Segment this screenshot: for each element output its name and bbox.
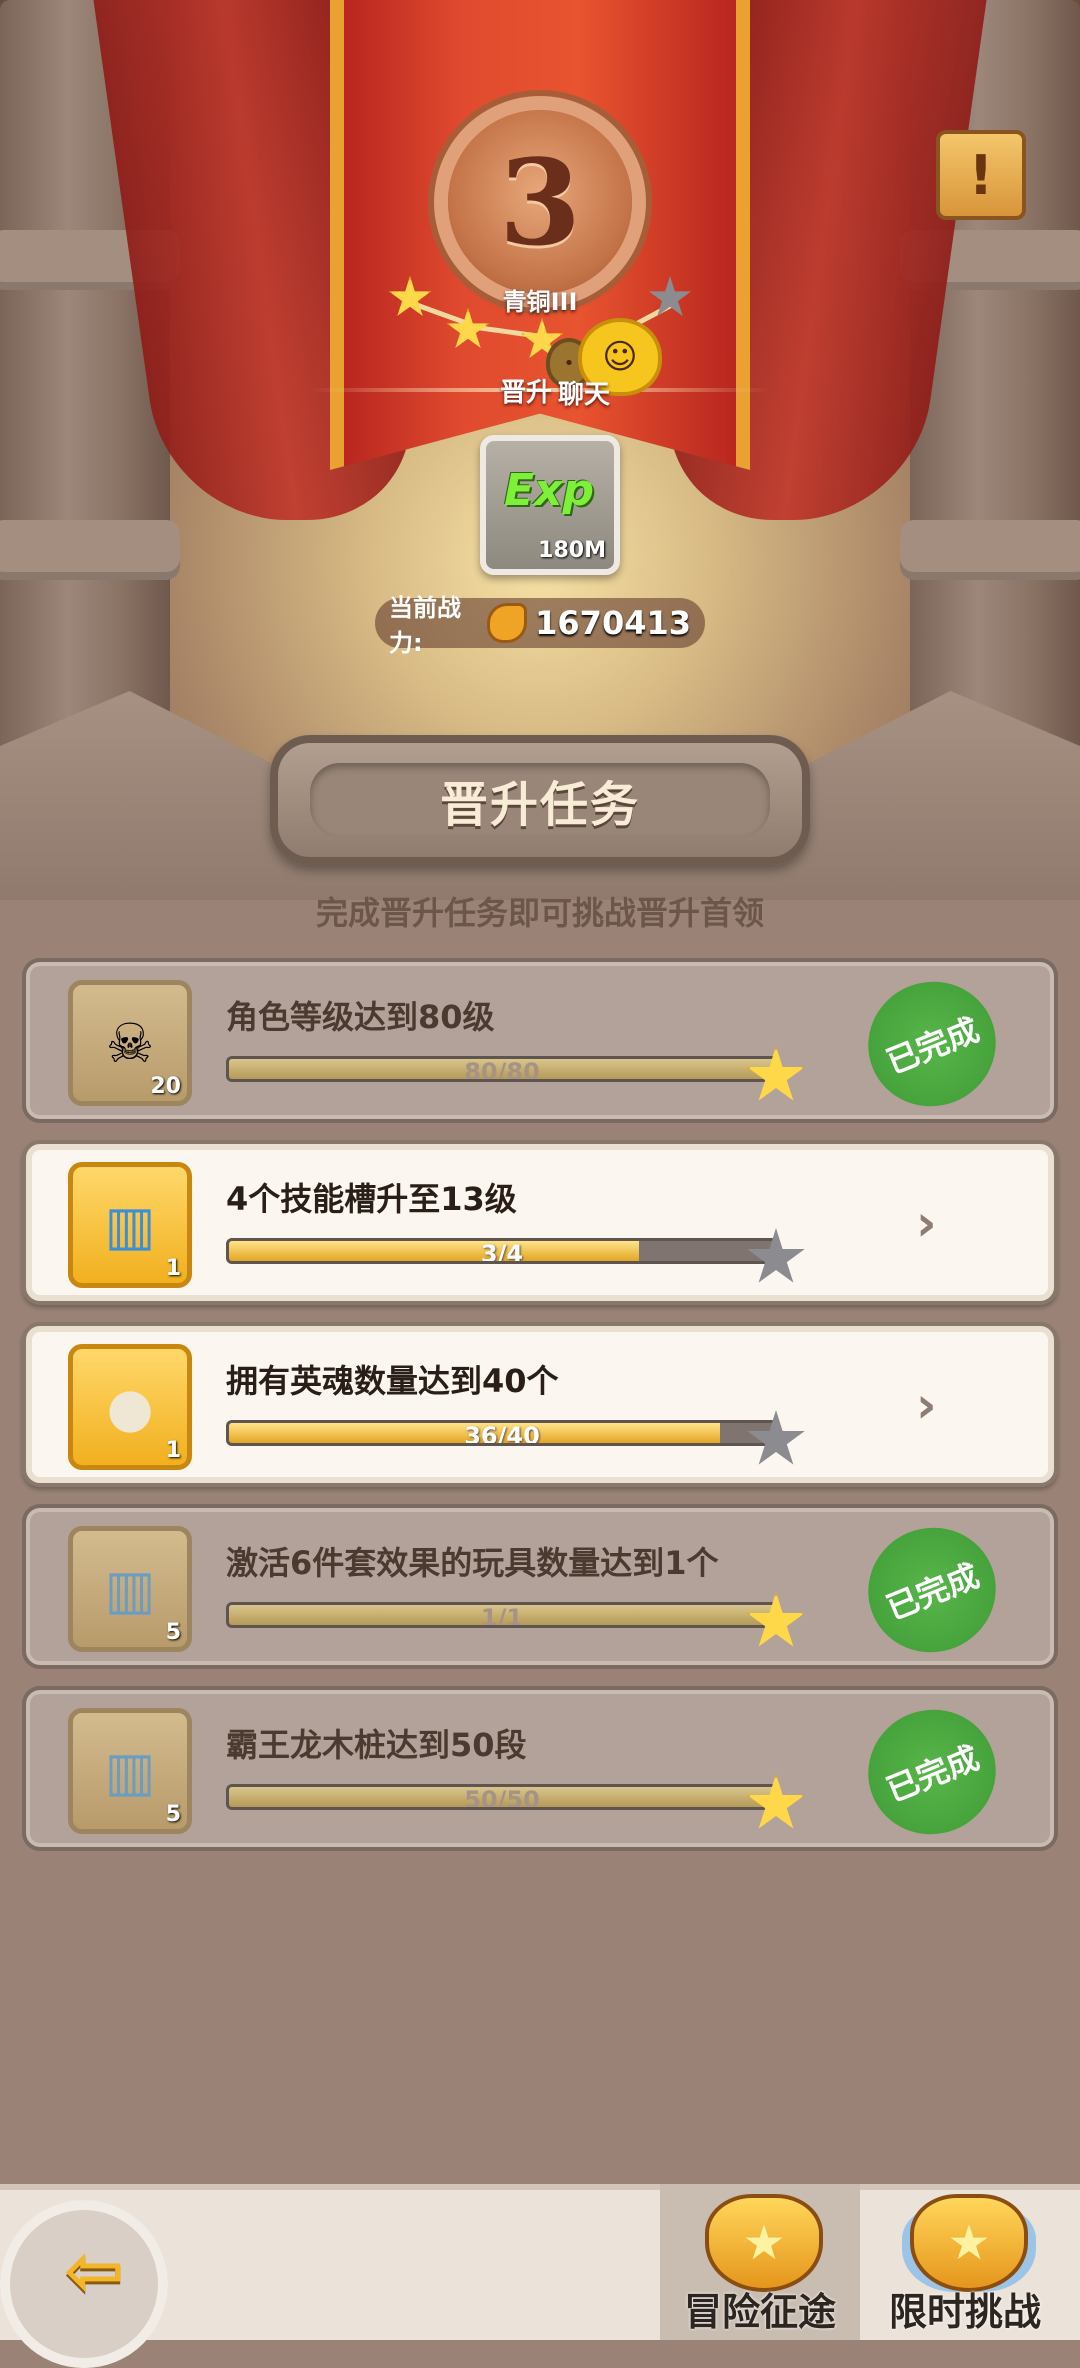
combat-power: 当前战力: 1670413 — [375, 594, 705, 657]
rank-badge: 3 — [448, 110, 632, 294]
section-subtitle: 完成晋升任务即可挑战晋升首领 — [315, 894, 764, 932]
task-reward-icon: ▥ 5 — [68, 1708, 192, 1834]
progress-bar: 36/40 — [226, 1420, 778, 1446]
dino-skull-icon: ☠ — [105, 1011, 155, 1075]
back-arrow-icon: ⇦ — [63, 2228, 125, 2312]
power-value: 1670413 — [535, 604, 691, 642]
power-label: 当前战力: — [389, 594, 461, 657]
reward-count: 20 — [150, 1074, 181, 1099]
progress-label: 80/80 — [464, 1058, 540, 1082]
task-reward-icon: ▥ 5 — [68, 1526, 192, 1652]
chevron-right-icon[interactable]: › — [916, 1376, 937, 1434]
task-title: 霸王龙木桩达到50段 — [226, 1726, 527, 1764]
completed-label: 已完成 — [881, 1010, 985, 1082]
skill-scroll-icon: ▥ — [104, 1193, 156, 1257]
task-title: 角色等级达到80级 — [226, 998, 495, 1036]
rank-name: 青铜III — [502, 288, 578, 316]
completed-stamp: 已完成 — [849, 962, 1015, 1126]
rank-number: 3 — [498, 132, 582, 272]
task-title: 4个技能槽升至13级 — [226, 1180, 517, 1218]
progress-label: 36/40 — [464, 1422, 540, 1446]
task-card[interactable]: ☠ 20 角色等级达到80级 80/80 已完成 — [22, 958, 1058, 1126]
task-title: 拥有英魂数量达到40个 — [226, 1362, 559, 1400]
completed-label: 已完成 — [881, 1556, 985, 1628]
section-title: 晋升任务 — [439, 777, 640, 833]
reward-count: 1 — [165, 1256, 181, 1281]
task-card[interactable]: ▥ 1 4个技能槽升至13级 3/4 › — [22, 1140, 1058, 1305]
progress-label: 50/50 — [464, 1786, 540, 1810]
reward-count: 5 — [165, 1802, 181, 1827]
reward-count: 1 — [165, 1438, 181, 1463]
back-button[interactable]: ⇦ — [0, 2200, 168, 2368]
reward-count: 5 — [165, 1620, 181, 1645]
crown-star-icon: ★ — [705, 2194, 823, 2292]
chevron-right-icon[interactable]: › — [916, 1194, 937, 1252]
completed-stamp: 已完成 — [849, 1690, 1015, 1854]
completed-label: 已完成 — [881, 1738, 985, 1810]
task-list: ☠ 20 角色等级达到80级 80/80 已完成 ▥ 1 4个技能槽升至13级 3/… — [22, 958, 1058, 1868]
winged-star-icon: ★ — [910, 2194, 1028, 2292]
exp-reward[interactable]: Exp 180M — [480, 435, 620, 575]
task-reward-icon: ☠ 20 — [68, 980, 192, 1106]
section-title-plate: 晋升任务 — [270, 735, 810, 865]
rules-scroll-button[interactable]: ! — [936, 130, 1026, 220]
task-card[interactable]: ▥ 5 霸王龙木桩达到50段 50/50 已完成 — [22, 1686, 1058, 1854]
nav-challenge-label: 限时挑战 — [888, 2290, 1041, 2334]
completed-stamp: 已完成 — [849, 1508, 1015, 1672]
exp-amount: 180M — [538, 538, 606, 563]
task-reward-icon: ▥ 1 — [68, 1162, 192, 1288]
task-card[interactable]: ● 1 拥有英魂数量达到40个 36/40 › — [22, 1322, 1058, 1487]
egg-nest-icon: ● — [106, 1375, 154, 1439]
nav-adventure-label: 冒险征途 — [683, 2290, 836, 2334]
toy-scroll-icon: ▥ — [104, 1739, 156, 1803]
progress-label: 1/1 — [480, 1604, 524, 1628]
muscle-icon — [486, 603, 528, 643]
task-reward-icon: ● 1 — [68, 1344, 192, 1470]
progress-bar: 80/80 — [226, 1056, 778, 1082]
progress-bar: 50/50 — [226, 1784, 778, 1810]
progress-bar: 3/4 — [226, 1238, 778, 1264]
task-card[interactable]: ▥ 5 激活6件套效果的玩具数量达到1个 1/1 已完成 — [22, 1504, 1058, 1672]
toy-scroll-icon: ▥ — [104, 1557, 156, 1621]
progress-bar: 1/1 — [226, 1602, 778, 1628]
nav-challenge[interactable]: ★ 限时挑战 — [865, 2184, 1065, 2340]
exp-icon: Exp — [504, 465, 594, 516]
chat-label[interactable]: 聊天 — [558, 374, 610, 411]
nav-adventure[interactable]: ★ 冒险征途 — [660, 2184, 860, 2340]
progress-label: 3/4 — [480, 1240, 524, 1264]
task-title: 激活6件套效果的玩具数量达到1个 — [226, 1544, 719, 1582]
